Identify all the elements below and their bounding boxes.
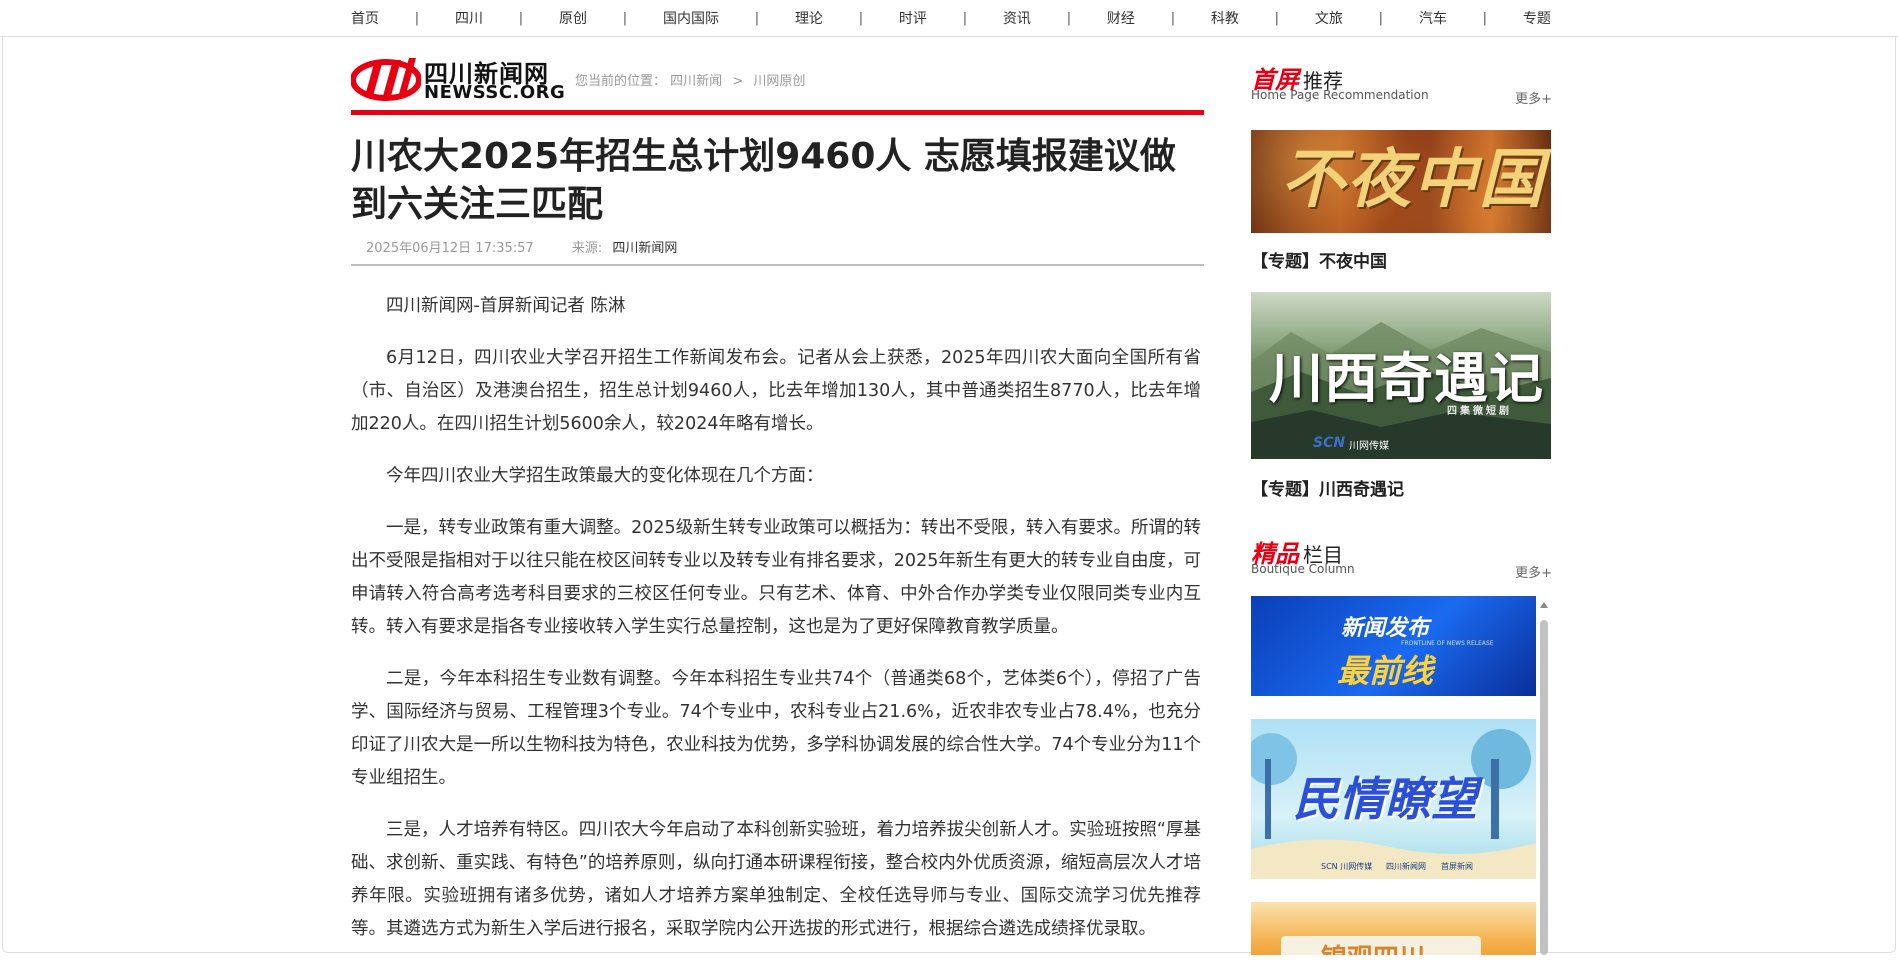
nav-separator: | bbox=[1378, 10, 1384, 26]
nav-item-science-edu[interactable]: 科教 bbox=[1211, 8, 1239, 28]
article-paragraph: 6月12日，四川农业大学召开招生工作新闻发布会。记者从会上获悉，2025年四川农… bbox=[351, 348, 1201, 434]
recommend-subtitle: Home Page Recommendation bbox=[1251, 88, 1429, 102]
breadcrumb: 您当前的位置： 四川新闻 > 川网原创 bbox=[575, 70, 811, 89]
nav-item-sichuan[interactable]: 四川 bbox=[455, 8, 483, 28]
banner-title: 新闻发布 bbox=[1341, 616, 1430, 641]
banner-news-release-frontline[interactable]: 新闻发布 FRONTLINE OF NEWS RELEASE 最前线 bbox=[1251, 596, 1536, 696]
top-nav-inner: 首页 | 四川 | 原创 | 国内国际 | 理论 | 时评 | 资讯 | 财经 … bbox=[351, 0, 1551, 36]
nav-item-auto[interactable]: 汽车 bbox=[1419, 8, 1447, 28]
banner-subtitle: 四集微短剧 bbox=[1447, 406, 1512, 417]
nav-item-original[interactable]: 原创 bbox=[559, 8, 587, 28]
article-paragraph: 四川新闻网-首屏新闻记者 陈淋 bbox=[386, 296, 626, 316]
recommend-header: 首屏 推荐 Home Page Recommendation 更多+ bbox=[1251, 60, 1552, 107]
logo-text-en: NEWSSC.ORG bbox=[424, 82, 566, 103]
article-paragraph: 今年四川农业大学招生政策最大的变化体现在几个方面： bbox=[386, 466, 824, 486]
nav-item-finance[interactable]: 财经 bbox=[1107, 8, 1135, 28]
breadcrumb-separator: > bbox=[732, 74, 744, 89]
boutique-scroll-area: 新闻发布 FRONTLINE OF NEWS RELEASE 最前线 民情瞭望 … bbox=[1251, 596, 1551, 955]
article-paragraph: 一是，转专业政策有重大调整。2025级新生转专业政策可以概括为：转出不受限，转入… bbox=[351, 518, 1201, 637]
nav-separator: | bbox=[1482, 10, 1488, 26]
nav-item-commentary[interactable]: 时评 bbox=[899, 8, 927, 28]
breadcrumb-item-original[interactable]: 川网原创 bbox=[753, 74, 805, 89]
nav-item-theory[interactable]: 理论 bbox=[795, 8, 823, 28]
article-body: 四川新闻网-首屏新闻记者 陈淋 6月12日，四川农业大学召开招生工作新闻发布会。… bbox=[351, 290, 1201, 965]
banner-logo-scn: SCN bbox=[1313, 435, 1346, 451]
article-source-label: 来源: bbox=[571, 241, 603, 256]
banner-title: 锦观四川 bbox=[1321, 938, 1425, 955]
nav-separator: | bbox=[962, 10, 968, 26]
sidebar: 首屏 推荐 Home Page Recommendation 更多+ 不夜中国 【… bbox=[1251, 60, 1552, 581]
site-logo[interactable]: 四川新闻网 NEWSSC.ORG bbox=[351, 52, 568, 104]
boutique-more-link[interactable]: 更多+ bbox=[1515, 562, 1552, 581]
nav-separator: | bbox=[414, 10, 420, 26]
banner-buye-zhongguo[interactable]: 不夜中国 bbox=[1251, 130, 1551, 233]
nav-separator: | bbox=[1274, 10, 1280, 26]
nav-separator: | bbox=[622, 10, 628, 26]
nav-item-domestic-intl[interactable]: 国内国际 bbox=[663, 8, 719, 28]
scrollbar-thumb[interactable] bbox=[1540, 620, 1548, 955]
article-paragraph: 三是，人才培养有特区。四川农大今年启动了本科创新实验班，着力培养拔尖创新人才。实… bbox=[351, 820, 1201, 939]
meta-divider bbox=[351, 264, 1204, 266]
breadcrumb-item-sichuan-news[interactable]: 四川新闻 bbox=[670, 74, 722, 89]
nav-separator: | bbox=[858, 10, 864, 26]
banner-logo: SCN 川网传媒 bbox=[1321, 862, 1373, 871]
nav-item-info[interactable]: 资讯 bbox=[1003, 8, 1031, 28]
banner-logo: 首屏新闻 bbox=[1441, 862, 1473, 871]
article-datetime: 2025年06月12日 17:35:57 bbox=[366, 241, 534, 256]
header-divider bbox=[351, 110, 1204, 115]
top-nav: 首页 | 四川 | 原创 | 国内国际 | 理论 | 时评 | 资讯 | 财经 … bbox=[0, 0, 1898, 37]
recommend-more-link[interactable]: 更多+ bbox=[1515, 88, 1552, 107]
nav-separator: | bbox=[754, 10, 760, 26]
nav-separator: | bbox=[1170, 10, 1176, 26]
banner-title: 民情瞭望 bbox=[1293, 772, 1477, 826]
article-paragraph: 二是，今年本科招生专业数有调整。今年本科招生专业共74个（普通类68个，艺体类6… bbox=[351, 669, 1201, 788]
banner-jinguan-sichuan[interactable]: 锦观四川 bbox=[1251, 902, 1536, 955]
banner-title: 不夜中国 bbox=[1281, 142, 1545, 217]
nav-separator: | bbox=[518, 10, 524, 26]
banner-chuanxi-qiyuji[interactable]: 川西奇遇记 四集微短剧 SCN 川网传媒 bbox=[1251, 292, 1551, 459]
nav-item-special[interactable]: 专题 bbox=[1523, 8, 1551, 28]
banner-logo: 四川新闻网 bbox=[1386, 862, 1426, 871]
banner-logo-chuanwang: 川网传媒 bbox=[1349, 441, 1389, 452]
boutique-scrollbar[interactable] bbox=[1538, 600, 1550, 955]
breadcrumb-label: 您当前的位置： bbox=[575, 74, 667, 89]
article-title: 川农大2025年招生总计划9460人 志愿填报建议做到六关注三匹配 bbox=[351, 136, 1176, 225]
banner-caption[interactable]: 【专题】川西奇遇记 bbox=[1251, 475, 1552, 500]
banner-minqing-liaowang[interactable]: 民情瞭望 SCN 川网传媒 四川新闻网 首屏新闻 bbox=[1251, 719, 1536, 879]
logo-mark-icon bbox=[351, 58, 421, 101]
triangle-up-icon[interactable] bbox=[1538, 600, 1550, 610]
article-meta: 2025年06月12日 17:35:57 来源: 四川新闻网 bbox=[366, 237, 677, 256]
boutique-header: 精品 栏目 Boutique Column 更多+ bbox=[1251, 534, 1552, 581]
boutique-subtitle: Boutique Column bbox=[1251, 562, 1355, 576]
banner-caption[interactable]: 【专题】不夜中国 bbox=[1251, 247, 1552, 272]
nav-item-home[interactable]: 首页 bbox=[351, 8, 379, 28]
nav-item-culture-travel[interactable]: 文旅 bbox=[1315, 8, 1343, 28]
article-source[interactable]: 四川新闻网 bbox=[612, 241, 677, 256]
banner-title-2: 最前线 bbox=[1337, 652, 1434, 690]
nav-separator: | bbox=[1066, 10, 1072, 26]
